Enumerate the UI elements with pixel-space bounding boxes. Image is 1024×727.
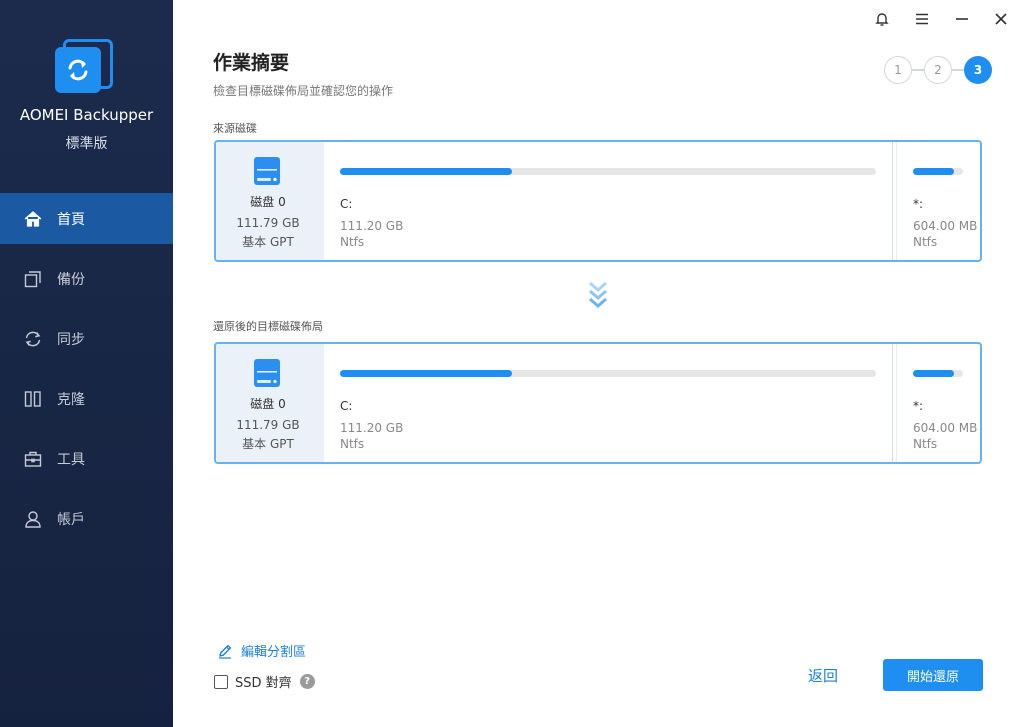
back-button[interactable]: 返回 — [795, 660, 851, 690]
app-edition: 標準版 — [65, 136, 108, 152]
target-disk-label: 還原後的目標磁碟佈局 — [213, 320, 323, 333]
step-indicator-3: 3 — [964, 56, 992, 84]
notification-bell-icon[interactable] — [871, 8, 893, 30]
ssd-align-checkbox[interactable] — [214, 674, 228, 689]
disk-name: 磁盘 0 — [250, 397, 286, 411]
partition-usage-fill — [913, 370, 954, 377]
partition-system[interactable]: *: 604.00 MB Ntfs — [897, 344, 980, 462]
sidebar-item-account[interactable]: 帳戶 — [0, 493, 173, 544]
partition-size: 604.00 MB — [913, 421, 978, 435]
sidebar: AOMEI Backupper 標準版 首頁 備份 同步 克隆 工具 帳戶 — [0, 0, 173, 727]
edit-partitions-link[interactable]: 編輯分割區 — [217, 641, 306, 660]
partition-usage-fill — [913, 168, 954, 175]
sidebar-item-clone[interactable]: 克隆 — [0, 373, 173, 424]
disk-size: 111.79 GB — [236, 216, 300, 230]
partition-system[interactable]: *: 604.00 MB Ntfs — [897, 142, 980, 260]
sidebar-item-label: 備份 — [57, 271, 85, 288]
step-connector — [912, 69, 924, 71]
close-icon[interactable] — [990, 8, 1012, 30]
partition-usage-bar — [913, 168, 963, 175]
partition-letter: *: — [913, 197, 924, 211]
partition-usage-fill — [340, 370, 512, 377]
partition-size: 604.00 MB — [913, 219, 978, 233]
partition-usage-fill — [340, 168, 512, 175]
clone-icon — [23, 389, 43, 409]
sidebar-item-label: 克隆 — [57, 391, 85, 408]
partition-usage-bar — [340, 168, 876, 175]
sidebar-item-label: 帳戶 — [57, 511, 85, 528]
sidebar-item-label: 首頁 — [57, 211, 85, 228]
hard-disk-icon — [254, 359, 280, 387]
sidebar-item-home[interactable]: 首頁 — [0, 193, 173, 244]
partition-letter: C: — [340, 399, 353, 413]
menu-icon[interactable] — [911, 8, 933, 30]
page-title: 作業摘要 — [213, 52, 290, 74]
tools-icon — [23, 449, 43, 469]
app-logo-icon — [53, 37, 117, 95]
source-disk-panel: 磁盘 0 111.79 GB 基本 GPT C: 111.20 GB Ntfs … — [214, 140, 982, 262]
sidebar-item-tools[interactable]: 工具 — [0, 433, 173, 484]
sidebar-item-backup[interactable]: 備份 — [0, 253, 173, 304]
source-disk-label: 來源磁碟 — [213, 122, 257, 135]
partition-usage-bar — [913, 370, 963, 377]
target-disk-panel: 磁盘 0 111.79 GB 基本 GPT C: 111.20 GB Ntfs … — [214, 342, 982, 464]
partition-usage-bar — [340, 370, 876, 377]
home-icon — [23, 209, 43, 229]
partition-divider — [892, 344, 893, 462]
disk-name: 磁盘 0 — [250, 195, 286, 209]
partition-filesystem: Ntfs — [913, 235, 938, 249]
disk-type: 基本 GPT — [242, 437, 294, 451]
sidebar-item-sync[interactable]: 同步 — [0, 313, 173, 364]
hard-disk-icon — [254, 157, 280, 185]
edit-partitions-label: 編輯分割區 — [241, 645, 307, 660]
disk-info: 磁盘 0 111.79 GB 基本 GPT — [216, 344, 324, 462]
partition-c[interactable]: C: 111.20 GB Ntfs — [324, 344, 892, 462]
start-restore-button[interactable]: 開始還原 — [883, 659, 983, 691]
pencil-icon — [219, 644, 232, 659]
double-chevron-down-icon — [589, 281, 607, 308]
partition-filesystem: Ntfs — [340, 437, 365, 451]
page-subtitle: 檢查目標磁碟佈局並確認您的操作 — [213, 84, 394, 98]
disk-info: 磁盘 0 111.79 GB 基本 GPT — [216, 142, 324, 260]
partition-letter: C: — [340, 197, 353, 211]
disk-size: 111.79 GB — [236, 418, 300, 432]
sidebar-item-label: 同步 — [57, 331, 85, 348]
partition-filesystem: Ntfs — [340, 235, 365, 249]
ssd-align-option: SSD 對齊 ? — [214, 672, 315, 691]
help-icon[interactable]: ? — [299, 674, 315, 689]
disk-type: 基本 GPT — [242, 235, 294, 249]
step-indicator-1: 1 — [884, 56, 912, 84]
backup-icon — [23, 269, 43, 289]
partition-size: 111.20 GB — [340, 421, 404, 435]
step-connector — [952, 69, 964, 71]
account-icon — [23, 509, 43, 529]
partition-divider — [892, 142, 893, 260]
ssd-align-label: SSD 對齊 — [235, 676, 292, 691]
partition-letter: *: — [913, 399, 924, 413]
app-name: AOMEI Backupper — [19, 106, 154, 124]
step-indicator-2: 2 — [924, 56, 952, 84]
partition-c[interactable]: C: 111.20 GB Ntfs — [324, 142, 892, 260]
sidebar-item-label: 工具 — [57, 451, 85, 468]
partition-size: 111.20 GB — [340, 219, 404, 233]
sync-icon — [23, 329, 43, 349]
minimize-icon[interactable] — [951, 8, 973, 30]
sidebar-nav: 首頁 備份 同步 克隆 工具 帳戶 — [0, 193, 173, 553]
partition-filesystem: Ntfs — [913, 437, 938, 451]
